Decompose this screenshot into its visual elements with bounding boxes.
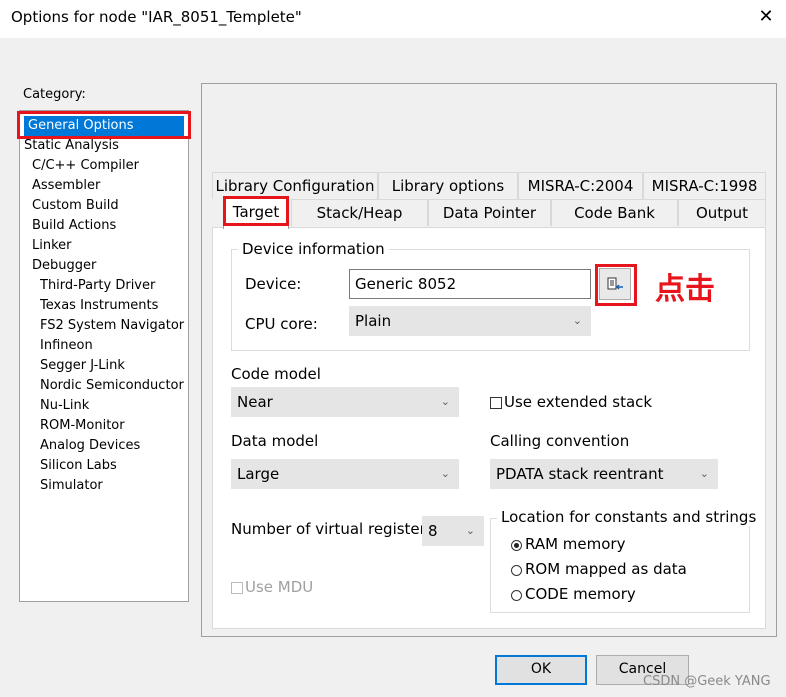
use-mdu-label: Use MDU [245, 578, 314, 596]
data-model-label: Data model [231, 432, 319, 450]
category-item-simulator[interactable]: Simulator [40, 476, 103, 496]
radio-ram-memory-label: RAM memory [525, 535, 626, 553]
category-item-custom-build[interactable]: Custom Build [32, 196, 119, 216]
category-item-third-party-driver[interactable]: Third-Party Driver [40, 276, 155, 296]
radio-code-memory[interactable] [511, 590, 522, 601]
category-label: Category: [23, 87, 86, 102]
tab-stack-heap[interactable]: Stack/Heap [291, 199, 428, 226]
highlight-general-options [17, 111, 191, 139]
category-item-nordic-semiconductor[interactable]: Nordic Semiconductor [40, 376, 184, 396]
use-mdu-checkbox[interactable] [231, 582, 243, 594]
radio-rom-mapped-label: ROM mapped as data [525, 560, 687, 578]
use-extended-stack-checkbox[interactable] [490, 397, 502, 409]
category-item-static-analysis[interactable]: Static Analysis [24, 136, 119, 156]
cpu-core-select[interactable]: Plain ⌄ [349, 306, 591, 336]
category-item-analog-devices[interactable]: Analog Devices [40, 436, 140, 456]
category-item-build-actions[interactable]: Build Actions [32, 216, 116, 236]
chevron-down-icon: ⌄ [572, 314, 582, 327]
close-icon[interactable]: ✕ [755, 5, 777, 29]
radio-rom-mapped[interactable] [511, 565, 522, 576]
category-item-debugger[interactable]: Debugger [32, 256, 96, 276]
category-item-assembler[interactable]: Assembler [32, 176, 100, 196]
chevron-down-icon: ⌄ [465, 524, 475, 537]
tab-output[interactable]: Output [678, 199, 766, 226]
highlight-target-tab [223, 196, 289, 226]
tab-misra-c-2004[interactable]: MISRA-C:2004 [518, 172, 643, 199]
code-model-value: Near [237, 393, 273, 411]
category-item-segger-jlink[interactable]: Segger J-Link [40, 356, 125, 376]
chevron-down-icon: ⌄ [440, 395, 450, 408]
window-title: Options for node "IAR_8051_Templete" [11, 8, 302, 26]
annotation-click-text: 点击 [655, 272, 715, 307]
category-item-rom-monitor[interactable]: ROM-Monitor [40, 416, 125, 436]
use-extended-stack-label: Use extended stack [504, 393, 653, 411]
virtual-registers-select[interactable]: 8 ⌄ [422, 516, 484, 546]
calling-convention-label: Calling convention [490, 432, 630, 450]
calling-convention-select[interactable]: PDATA stack reentrant ⌄ [490, 459, 718, 489]
category-item-nu-link[interactable]: Nu-Link [40, 396, 89, 416]
device-information-title: Device information [238, 240, 389, 258]
tab-library-configuration[interactable]: Library Configuration [212, 172, 378, 199]
device-label: Device: [245, 275, 302, 293]
code-model-select[interactable]: Near ⌄ [231, 387, 459, 417]
tab-library-options[interactable]: Library options [378, 172, 518, 199]
category-item-infineon[interactable]: Infineon [40, 336, 93, 356]
category-item-linker[interactable]: Linker [32, 236, 72, 256]
virtual-registers-label: Number of virtual registers: [231, 520, 439, 538]
virtual-registers-value: 8 [428, 522, 438, 540]
calling-convention-value: PDATA stack reentrant [496, 465, 664, 483]
cpu-core-label: CPU core: [245, 315, 318, 333]
tab-data-pointer[interactable]: Data Pointer [428, 199, 551, 226]
highlight-browse-button [595, 264, 637, 306]
tab-misra-c-1998[interactable]: MISRA-C:1998 [643, 172, 766, 199]
category-list[interactable]: General Options Static Analysis C/C++ Co… [19, 110, 189, 602]
data-model-select[interactable]: Large ⌄ [231, 459, 459, 489]
radio-code-memory-label: CODE memory [525, 585, 636, 603]
data-model-value: Large [237, 465, 280, 483]
device-field[interactable]: Generic 8052 [349, 269, 591, 299]
chevron-down-icon: ⌄ [699, 467, 709, 480]
ok-button[interactable]: OK [495, 655, 587, 685]
tab-code-bank[interactable]: Code Bank [551, 199, 678, 226]
category-item-texas-instruments[interactable]: Texas Instruments [40, 296, 158, 316]
radio-ram-memory[interactable] [511, 540, 522, 551]
category-item-silicon-labs[interactable]: Silicon Labs [40, 456, 117, 476]
category-item-c-compiler[interactable]: C/C++ Compiler [32, 156, 139, 176]
cpu-core-value: Plain [355, 312, 392, 330]
code-model-label: Code model [231, 365, 321, 383]
category-item-fs2-system-navigator[interactable]: FS2 System Navigator [40, 316, 184, 336]
chevron-down-icon: ⌄ [440, 467, 450, 480]
watermark: CSDN @Geek YANG [643, 674, 771, 689]
location-title: Location for constants and strings [497, 508, 761, 526]
